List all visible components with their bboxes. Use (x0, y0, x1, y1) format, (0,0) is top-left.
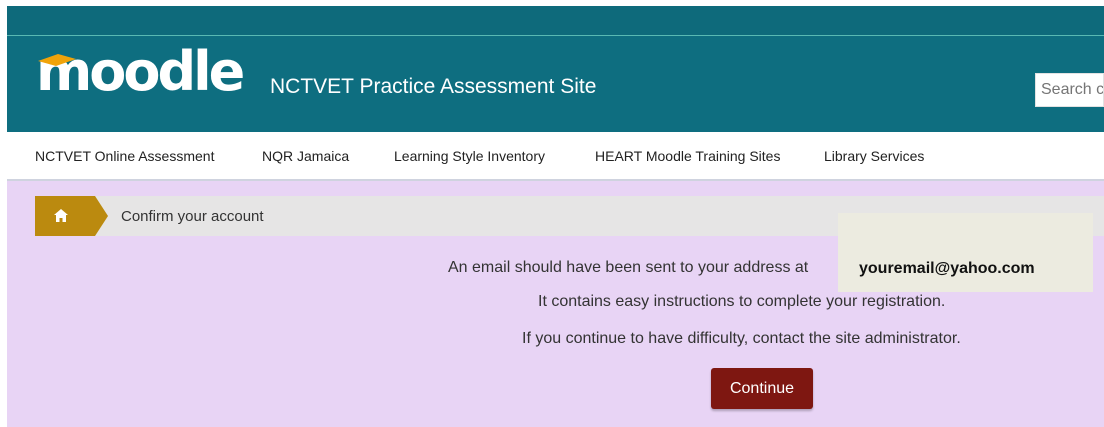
email-address: youremail@yahoo.com (859, 260, 1035, 277)
nav-item-learning-style-inventory[interactable]: Learning Style Inventory (394, 148, 545, 164)
moodle-logo[interactable]: moodle (36, 37, 245, 107)
nav-item-library-services[interactable]: Library Services (824, 148, 924, 164)
confirmation-message-line-2: It contains easy instructions to complet… (538, 293, 946, 310)
nav-item-nqr-jamaica[interactable]: NQR Jamaica (262, 148, 349, 164)
breadcrumb-home-arrow (95, 196, 108, 236)
continue-button[interactable]: Continue (711, 368, 813, 409)
email-callout (838, 213, 1093, 292)
site-name[interactable]: NCTVET Practice Assessment Site (270, 75, 596, 99)
breadcrumb-current: Confirm your account (121, 208, 264, 225)
search-input[interactable] (1035, 73, 1104, 107)
nav-item-heart-moodle-training-sites[interactable]: HEART Moodle Training Sites (595, 148, 780, 164)
confirmation-message-line-3: If you continue to have difficulty, cont… (522, 330, 961, 347)
nav-item-nctvet-online-assessment[interactable]: NCTVET Online Assessment (35, 148, 214, 164)
home-icon[interactable] (54, 209, 68, 222)
graduation-cap-icon (38, 54, 76, 66)
top-bar (7, 6, 1104, 35)
confirmation-message-line-1: An email should have been sent to your a… (448, 259, 809, 276)
